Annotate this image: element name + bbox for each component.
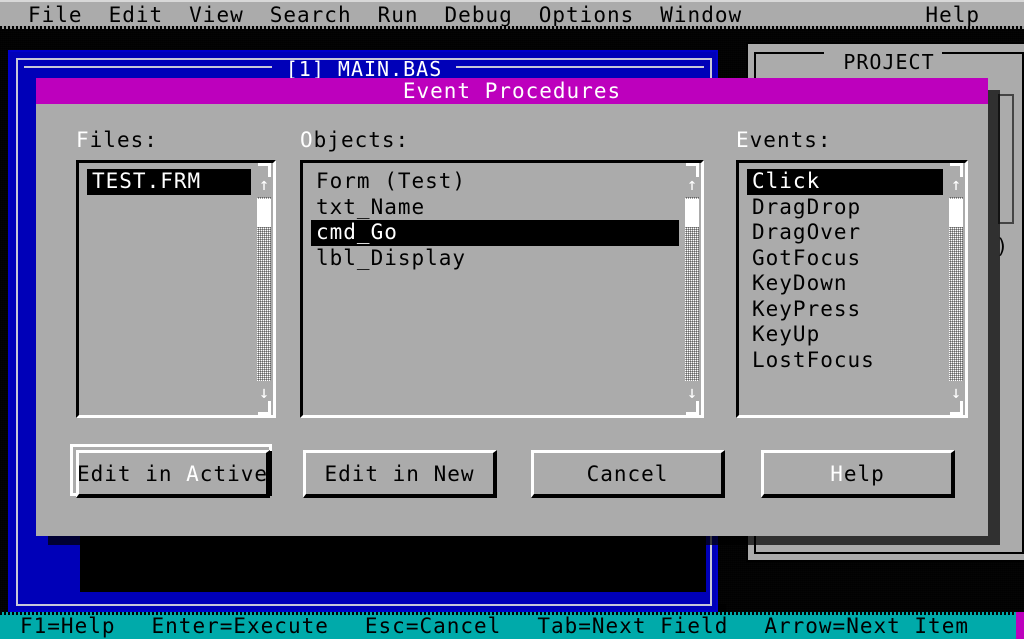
events-label: Events: <box>736 128 832 152</box>
statusbar: F1=Help Enter=Execute Esc=Cancel Tab=Nex… <box>0 612 1024 639</box>
list-item[interactable]: KeyPress <box>747 297 943 323</box>
scrollbar-thumb[interactable] <box>257 199 271 227</box>
menu-item-file[interactable]: File <box>28 3 83 27</box>
scroll-up-arrow-icon[interactable]: ↑ <box>947 175 965 195</box>
menu-item-debug[interactable]: Debug <box>445 3 513 27</box>
menu-item-window[interactable]: Window <box>660 3 742 27</box>
help-post: elp <box>844 462 885 486</box>
events-label-rest: vents: <box>750 128 832 152</box>
scroll-down-arrow-icon[interactable]: ↓ <box>683 383 701 403</box>
edit-in-new-post: ew <box>447 462 474 486</box>
menubar: File Edit View Search Run Debug Options … <box>0 0 1024 28</box>
events-list[interactable]: Click DragDrop DragOver GotFocus KeyDown… <box>747 169 943 373</box>
files-label-accel: F <box>76 128 90 152</box>
list-item[interactable]: KeyDown <box>747 271 943 297</box>
objects-listbox[interactable]: Form (Test) txt_Name cmd_Go lbl_Display … <box>300 160 704 418</box>
list-item[interactable]: cmd_Go <box>311 220 679 246</box>
menu-item-options[interactable]: Options <box>539 3 635 27</box>
help-button[interactable]: Help <box>761 450 955 498</box>
list-item[interactable]: txt_Name <box>311 195 679 221</box>
menu-item-search[interactable]: Search <box>270 3 352 27</box>
edit-in-active-post: ctive <box>200 462 268 486</box>
edit-in-new-pre: Edit in <box>324 462 433 486</box>
status-esc-cancel[interactable]: Esc=Cancel <box>365 614 501 638</box>
events-label-accel: E <box>736 128 750 152</box>
scrollbar-thumb[interactable] <box>949 199 963 227</box>
objects-scrollbar[interactable]: ↑ ↓ <box>683 163 701 415</box>
dos-ide-screen: [1] MAIN.BAS PROJECT ) Event Procedures … <box>0 0 1024 639</box>
dialog-titlebar[interactable]: Event Procedures <box>36 78 988 104</box>
help-accel: H <box>830 462 844 486</box>
scrollbar-cap-bottom <box>686 412 699 415</box>
list-item[interactable]: LostFocus <box>747 348 943 374</box>
cancel-label: Cancel <box>587 462 669 486</box>
scroll-down-arrow-icon[interactable]: ↓ <box>947 383 965 403</box>
menubar-underline <box>0 26 1024 29</box>
project-scrollbar[interactable] <box>998 94 1014 224</box>
menu-item-help[interactable]: Help <box>925 3 980 27</box>
list-item[interactable]: DragOver <box>747 220 943 246</box>
events-listbox[interactable]: Click DragDrop DragOver GotFocus KeyDown… <box>736 160 968 418</box>
scrollbar-cap-bottom <box>258 412 271 415</box>
event-procedures-dialog: Event Procedures Files: TEST.FRM ↑ ↓ <box>36 78 988 536</box>
menu-item-run[interactable]: Run <box>378 3 419 27</box>
edit-in-active-accel: A <box>186 462 200 486</box>
edit-in-new-accel: N <box>434 462 448 486</box>
objects-label-rest: bjects: <box>314 128 410 152</box>
list-item[interactable]: GotFocus <box>747 246 943 272</box>
status-arrow-next-item[interactable]: Arrow=Next Item <box>764 614 969 638</box>
list-item[interactable]: lbl_Display <box>311 246 679 272</box>
objects-list[interactable]: Form (Test) txt_Name cmd_Go lbl_Display <box>311 169 679 271</box>
dialog-title: Event Procedures <box>36 79 988 103</box>
menu-item-edit[interactable]: Edit <box>109 3 164 27</box>
files-label: Files: <box>76 128 158 152</box>
scroll-up-arrow-icon[interactable]: ↑ <box>683 175 701 195</box>
files-list[interactable]: TEST.FRM <box>87 169 251 195</box>
list-item[interactable]: Click <box>747 169 943 195</box>
list-item[interactable]: KeyUp <box>747 322 943 348</box>
scroll-down-arrow-icon[interactable]: ↓ <box>255 383 273 403</box>
scroll-up-arrow-icon[interactable]: ↑ <box>255 175 273 195</box>
edit-in-new-button[interactable]: Edit in New <box>303 450 497 498</box>
objects-label: Objects: <box>300 128 409 152</box>
files-label-rest: iles: <box>90 128 158 152</box>
list-item[interactable]: Form (Test) <box>311 169 679 195</box>
statusbar-right-cap <box>1016 612 1024 639</box>
cancel-button[interactable]: Cancel <box>531 450 725 498</box>
files-listbox[interactable]: TEST.FRM ↑ ↓ <box>76 160 276 418</box>
events-scrollbar[interactable]: ↑ ↓ <box>947 163 965 415</box>
scrollbar-thumb[interactable] <box>685 199 699 227</box>
menu-item-view[interactable]: View <box>189 3 244 27</box>
statusbar-top-rule <box>0 612 1024 615</box>
project-window-title: PROJECT <box>756 50 1022 74</box>
status-enter-execute[interactable]: Enter=Execute <box>152 614 329 638</box>
status-f1-help[interactable]: F1=Help <box>20 614 116 638</box>
files-scrollbar[interactable]: ↑ ↓ <box>255 163 273 415</box>
edit-in-active-button[interactable]: Edit in Active <box>76 450 270 498</box>
objects-label-accel: O <box>300 128 314 152</box>
list-item[interactable]: DragDrop <box>747 195 943 221</box>
scrollbar-cap-bottom <box>950 412 963 415</box>
status-tab-next-field[interactable]: Tab=Next Field <box>537 614 728 638</box>
edit-in-active-pre: Edit in <box>77 462 186 486</box>
list-item[interactable]: TEST.FRM <box>87 169 251 195</box>
